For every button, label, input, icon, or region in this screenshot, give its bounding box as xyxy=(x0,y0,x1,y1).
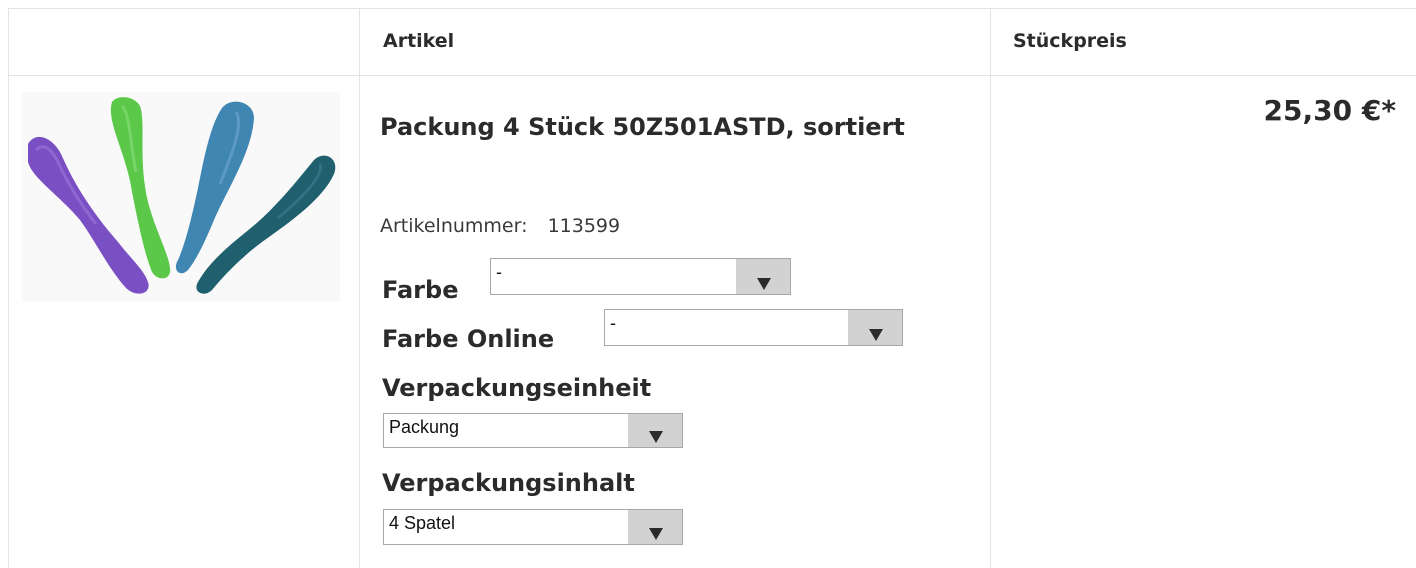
article-number-label: Artikelnummer: xyxy=(380,215,528,237)
farbe-select[interactable]: - xyxy=(490,258,791,295)
table-border-top xyxy=(8,8,1416,9)
farbe-select-value: - xyxy=(496,262,502,282)
chevron-down-icon[interactable] xyxy=(848,310,902,345)
farbe-online-select-value: - xyxy=(610,313,616,333)
column-divider-image xyxy=(8,8,9,568)
unit-price: 25,30 €* xyxy=(1263,94,1396,127)
chevron-down-icon[interactable] xyxy=(736,259,790,294)
farbe-label: Farbe xyxy=(382,276,459,304)
spatula-set-image[interactable] xyxy=(22,92,340,302)
column-header-article: Artikel xyxy=(383,30,455,52)
chevron-down-icon[interactable] xyxy=(628,510,682,544)
verpackungsinhalt-select-value: 4 Spatel xyxy=(389,513,456,533)
article-number: Artikelnummer: 113599 xyxy=(380,215,620,237)
verpackungsinhalt-label: Verpackungsinhalt xyxy=(382,469,635,497)
article-number-value: 113599 xyxy=(547,215,621,237)
verpackungseinheit-select[interactable]: Packung xyxy=(383,413,683,448)
column-divider-article xyxy=(359,8,360,568)
column-header-unit-price: Stückpreis xyxy=(1013,30,1127,52)
farbe-online-select[interactable]: - xyxy=(604,309,903,346)
verpackungseinheit-select-value: Packung xyxy=(389,417,460,437)
product-title[interactable]: Packung 4 Stück 50Z501ASTD, sortiert xyxy=(380,104,940,150)
farbe-online-label: Farbe Online xyxy=(382,325,555,353)
chevron-down-icon[interactable] xyxy=(628,414,682,447)
header-divider xyxy=(8,75,1416,76)
verpackungsinhalt-select[interactable]: 4 Spatel xyxy=(383,509,683,545)
column-divider-price xyxy=(990,8,991,568)
verpackungseinheit-label: Verpackungseinheit xyxy=(382,374,652,402)
